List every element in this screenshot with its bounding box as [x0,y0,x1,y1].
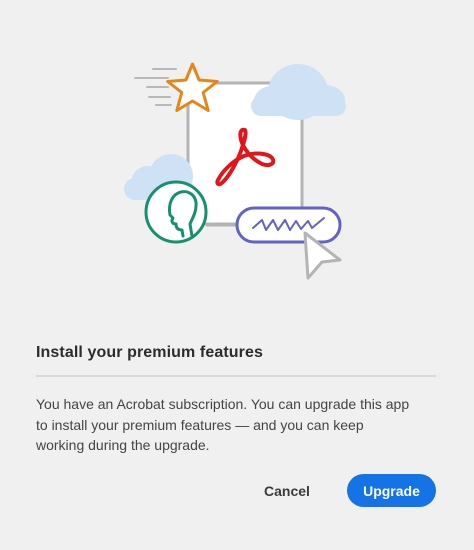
speed-lines [134,68,177,106]
dialog-message: You have an Acrobat subscription. You ca… [36,394,446,456]
dialog-message-line: to install your premium features — and y… [36,416,364,433]
dialog-message-line: working during the upgrade. [36,437,210,453]
profile-icon [144,180,208,244]
cloud-icon [251,64,346,120]
illustration-svg [124,62,346,280]
dialog-message-line: You have an Acrobat subscription. You ca… [36,396,410,412]
divider [36,375,436,377]
premium-features-illustration [0,0,474,300]
cancel-button[interactable]: Cancel [252,474,322,507]
dialog-actions: Cancel Upgrade [0,474,474,507]
dialog-title: Install your premium features [36,344,263,361]
signature-field-icon [235,206,342,244]
upgrade-button[interactable]: Upgrade [347,474,436,507]
upgrade-dialog: Install your premium features You have a… [0,0,474,550]
